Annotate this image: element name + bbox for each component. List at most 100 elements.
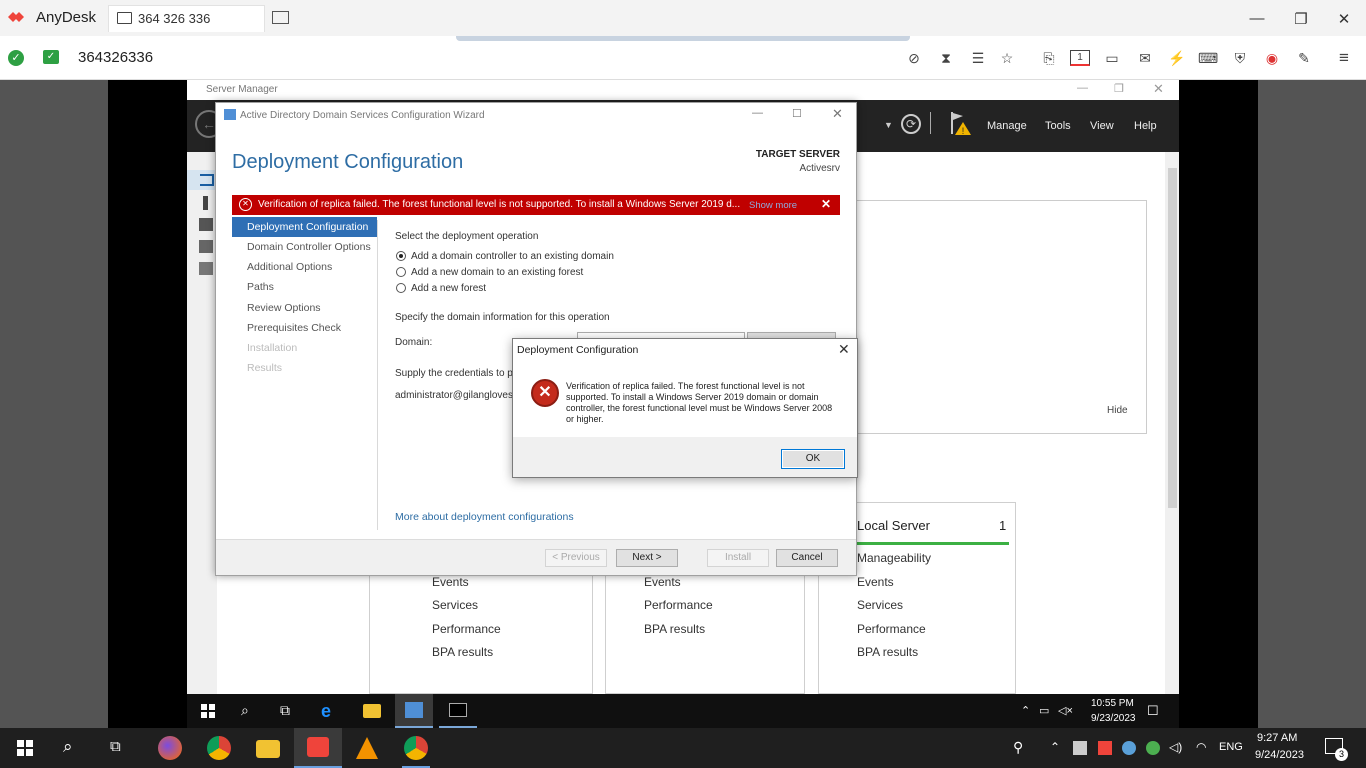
tile-item[interactable]: Services (432, 598, 478, 612)
nav-prerequisites-check[interactable]: Prerequisites Check (232, 318, 377, 338)
install-button[interactable]: Install (707, 549, 769, 567)
wizard-minimize-button[interactable]: — (752, 107, 763, 119)
defender-icon[interactable] (1073, 741, 1087, 755)
session-tab[interactable]: 364 326 336 (108, 5, 265, 32)
wizard-close-button[interactable]: ✕ (832, 106, 843, 122)
host-clock-date[interactable]: 9/24/2023 (1255, 749, 1304, 761)
sm-restore-button[interactable]: ❐ (1114, 82, 1124, 95)
address-field[interactable]: 364326336 (78, 49, 153, 66)
action-center-icon[interactable]: ☐ (1147, 703, 1159, 719)
more-about-link[interactable]: More about deployment configurations (395, 511, 574, 523)
volume-icon[interactable]: ◁× (1058, 704, 1073, 717)
remote-clock-time[interactable]: 10:55 PM (1091, 698, 1134, 709)
permissions-icon[interactable]: ⛨ (1230, 48, 1250, 68)
chrome-icon[interactable] (207, 736, 231, 760)
restore-button[interactable]: ❐ (1293, 10, 1309, 28)
anydesk-tray-icon[interactable] (1098, 741, 1112, 755)
next-button[interactable]: Next > (616, 549, 678, 567)
nav-paths[interactable]: Paths (232, 277, 377, 297)
new-tab-icon[interactable] (272, 11, 289, 24)
ad-ds-nav-icon[interactable] (199, 240, 213, 253)
radio-add-domain[interactable] (396, 267, 406, 277)
nav-review-options[interactable]: Review Options (232, 298, 377, 318)
option-add-dc-label[interactable]: Add a domain controller to an existing d… (411, 251, 614, 262)
tray-chevron-icon[interactable]: ⌃ (1021, 704, 1030, 717)
menu-manage[interactable]: Manage (987, 120, 1027, 132)
menu-icon[interactable]: ≡ (1334, 48, 1354, 68)
vlc-icon[interactable] (356, 737, 378, 759)
language-indicator[interactable]: ENG (1219, 741, 1243, 753)
task-view-icon[interactable]: ⧉ (280, 702, 290, 719)
powershell-taskbar-button[interactable] (439, 694, 477, 728)
firefox-icon[interactable] (158, 736, 182, 760)
close-button[interactable]: ✕ (1336, 10, 1352, 28)
keyboard-icon[interactable]: ⌨ (1198, 48, 1218, 68)
display-icon[interactable]: ▭ (1102, 48, 1122, 68)
tile-item[interactable]: Events (432, 575, 469, 589)
chat-icon[interactable]: ✉ (1135, 48, 1155, 68)
tray-globe-icon[interactable] (1122, 741, 1136, 755)
people-icon[interactable]: ⚲ (1013, 739, 1023, 756)
nav-additional-options[interactable]: Additional Options (232, 257, 377, 277)
remote-screen[interactable]: Server Manager — ❐ ✕ ← ▼ ⟳ ! Manage Tool… (108, 80, 1258, 728)
tile-item[interactable]: Manageability (857, 551, 931, 565)
host-file-explorer-icon[interactable] (256, 740, 280, 758)
search-icon[interactable]: ⌕ (241, 702, 249, 719)
hide-link[interactable]: Hide (1107, 405, 1128, 416)
tile-item[interactable]: Performance (644, 598, 713, 612)
tray-chrome-icon[interactable] (1146, 741, 1160, 755)
nav-domain-controller-options[interactable]: Domain Controller Options (232, 237, 377, 257)
record-icon[interactable]: ◉ (1262, 48, 1282, 68)
radio-add-dc[interactable] (396, 251, 406, 261)
option-add-forest-label[interactable]: Add a new forest (411, 283, 486, 294)
favorite-icon[interactable]: ☆ (997, 48, 1017, 68)
menu-help[interactable]: Help (1134, 120, 1157, 132)
radio-add-forest[interactable] (396, 283, 406, 293)
cancel-button[interactable]: Cancel (776, 549, 838, 567)
database-icon[interactable]: ☰ (968, 48, 988, 68)
local-server-title[interactable]: Local Server (857, 518, 930, 533)
file-services-nav-icon[interactable] (199, 262, 213, 275)
tile-item[interactable]: Performance (432, 622, 501, 636)
host-volume-icon[interactable]: ◁) (1169, 740, 1182, 754)
local-server-nav-icon[interactable] (203, 196, 208, 210)
sm-close-button[interactable]: ✕ (1153, 81, 1164, 97)
tile-item[interactable]: Events (644, 575, 681, 589)
privacy-icon[interactable]: ⊘ (904, 48, 924, 68)
file-transfer-icon[interactable]: ⎘ (1039, 48, 1059, 68)
remote-clock-date[interactable]: 9/23/2023 (1091, 713, 1136, 724)
option-add-domain-label[interactable]: Add a new domain to an existing forest (411, 267, 583, 278)
notifications-flag-icon[interactable]: ! (949, 110, 973, 136)
chrome-profile-icon[interactable] (404, 736, 428, 760)
host-start-icon[interactable] (17, 740, 33, 756)
anydesk-taskbar-button[interactable] (294, 728, 342, 768)
previous-button[interactable]: < Previous (545, 549, 607, 567)
all-servers-nav-icon[interactable] (199, 218, 213, 231)
sm-scroll-thumb[interactable] (1168, 168, 1177, 508)
error-banner-close-icon[interactable]: ✕ (821, 197, 831, 211)
host-task-view-icon[interactable]: ⧉ (110, 738, 121, 755)
menu-tools[interactable]: Tools (1045, 120, 1071, 132)
whiteboard-icon[interactable]: ✎ (1294, 48, 1314, 68)
tile-item[interactable]: BPA results (857, 645, 918, 659)
server-manager-taskbar-button[interactable] (395, 694, 433, 728)
sm-minimize-button[interactable]: — (1077, 82, 1088, 94)
hourglass-icon[interactable]: ⧗ (936, 48, 956, 68)
tile-item[interactable]: Performance (857, 622, 926, 636)
network-icon[interactable]: ▭ (1039, 704, 1049, 717)
file-explorer-icon[interactable] (363, 704, 381, 718)
dropdown-icon[interactable]: ▼ (884, 120, 893, 130)
display-1-icon[interactable]: 1 (1070, 50, 1090, 66)
message-close-button[interactable]: ✕ (838, 341, 850, 358)
toolbar-handle[interactable] (456, 36, 910, 41)
nav-deployment-configuration[interactable]: Deployment Configuration (232, 217, 377, 237)
dashboard-nav-icon[interactable] (187, 170, 217, 190)
ok-button[interactable]: OK (781, 449, 845, 469)
ie-icon[interactable]: e (321, 701, 331, 722)
tile-item[interactable]: Services (857, 598, 903, 612)
host-clock-time[interactable]: 9:27 AM (1257, 732, 1297, 744)
start-icon[interactable] (201, 704, 215, 718)
wizard-maximize-button[interactable]: ☐ (792, 107, 802, 120)
actions-icon[interactable]: ⚡ (1167, 48, 1187, 68)
tile-item[interactable]: BPA results (644, 622, 705, 636)
